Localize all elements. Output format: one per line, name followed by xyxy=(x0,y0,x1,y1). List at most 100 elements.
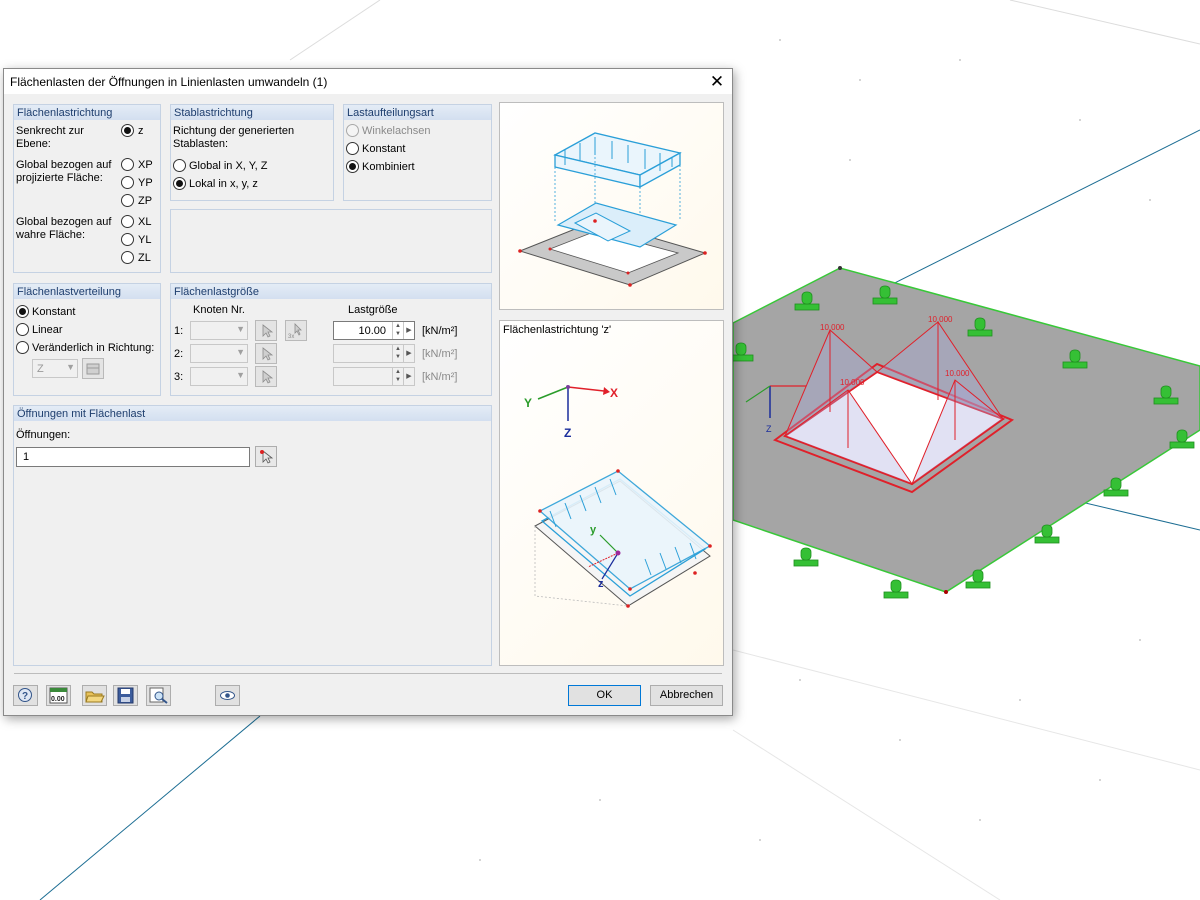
spin-right-icon[interactable]: ▶ xyxy=(403,322,414,339)
radio-xl[interactable] xyxy=(121,215,134,228)
group-header: Flächenlastverteilung xyxy=(14,283,160,299)
row-index: 2: xyxy=(174,348,184,360)
chevron-down-icon: ▼ xyxy=(236,324,245,334)
radio-global-xyz[interactable] xyxy=(173,159,186,172)
pick-node-button-3[interactable] xyxy=(255,366,277,387)
unit-label: [kN/m²] xyxy=(422,348,458,360)
unit-label: [kN/m²] xyxy=(422,371,458,383)
preview-direction: Flächenlastrichtung 'z' X Y Z y z xyxy=(499,320,724,666)
svg-text:Z: Z xyxy=(564,426,571,440)
knoten-select-2[interactable]: ▼ xyxy=(190,344,248,363)
global-wahr-label: Global bezogen auf wahre Fläche: xyxy=(16,216,112,241)
radio-winkelachsen-label: Winkelachsen xyxy=(362,125,431,137)
col-knoten-header: Knoten Nr. xyxy=(193,304,245,316)
pick-pointer-icon xyxy=(262,324,274,338)
load-label: 10.000 xyxy=(840,378,865,387)
radio-winkelachsen[interactable] xyxy=(346,124,359,137)
lastgroesse-value: 10.00 xyxy=(358,325,386,337)
ok-button[interactable]: OK xyxy=(568,685,641,706)
dialog-titlebar: Flächenlasten der Öffnungen in Linienlas… xyxy=(4,69,732,94)
spin-updown-icon[interactable]: ▲ ▼ xyxy=(392,322,403,339)
group-header: Lastaufteilungsart xyxy=(344,104,491,120)
spin-right-icon[interactable]: ▶ xyxy=(403,368,414,385)
convert-loads-dialog: Flächenlasten der Öffnungen in Linienlas… xyxy=(3,68,733,716)
radio-zl[interactable] xyxy=(121,251,134,264)
spin-updown-icon[interactable]: ▲ ▼ xyxy=(392,368,403,385)
view-button[interactable] xyxy=(215,685,240,706)
lastgroesse-input-2[interactable]: ▲ ▼ ▶ xyxy=(333,344,415,363)
preview-load-distribution xyxy=(499,102,724,310)
group-stablastrichtung: Stablastrichtung Richtung der generierte… xyxy=(170,104,334,201)
radio-zl-label: ZL xyxy=(138,252,151,264)
knoten-select-3[interactable]: ▼ xyxy=(190,367,248,386)
direction-select[interactable]: Z ▼ xyxy=(32,359,78,378)
folder-open-icon xyxy=(85,691,105,703)
pick-pointer-icon xyxy=(262,370,274,384)
pick-opening-button[interactable] xyxy=(255,446,277,467)
pick-node-button-2[interactable] xyxy=(255,343,277,364)
group-lastaufteilungsart: Lastaufteilungsart Winkelachsen Konstant… xyxy=(343,104,492,201)
knoten-select-1[interactable]: ▼ xyxy=(190,321,248,340)
radio-konstant-label: Konstant xyxy=(362,143,406,155)
values-button[interactable]: 0.00 xyxy=(46,685,71,706)
senkrecht-label: Senkrecht zur Ebene: xyxy=(16,125,84,150)
group-empty xyxy=(170,209,492,273)
close-icon[interactable]: ✕ xyxy=(702,69,732,94)
lastgroesse-input-3[interactable]: ▲ ▼ ▶ xyxy=(333,367,415,386)
svg-text:Y: Y xyxy=(524,396,532,410)
direction-figure: X Y Z y z xyxy=(524,385,712,608)
radio-lokal-xyz[interactable] xyxy=(173,177,186,190)
radio-zp[interactable] xyxy=(121,194,134,207)
save-button[interactable] xyxy=(113,685,138,706)
radio-yp[interactable] xyxy=(121,176,134,189)
support-icon xyxy=(793,547,819,567)
group-header: Flächenlastrichtung xyxy=(14,104,160,120)
radio-yl[interactable] xyxy=(121,233,134,246)
cancel-button[interactable]: Abbrechen xyxy=(650,685,723,706)
radio-vert-linear-label: Linear xyxy=(32,324,63,336)
radio-kombiniert[interactable] xyxy=(346,160,359,173)
lastgroesse-input-1[interactable]: 10.00 ▲ ▼ ▶ xyxy=(333,321,415,340)
radio-kombiniert-label: Kombiniert xyxy=(362,161,415,173)
load-label: 10.000 xyxy=(945,369,970,378)
radio-vert-veraenderlich-label: Veränderlich in Richtung: xyxy=(32,342,155,354)
group-oeffnungen: Öffnungen mit Flächenlast Öffnungen: 1 xyxy=(13,405,492,666)
radio-vert-linear[interactable] xyxy=(16,323,29,336)
axis-triad-icon: X Y Z xyxy=(524,385,618,440)
radio-vert-veraenderlich[interactable] xyxy=(16,341,29,354)
radio-konstant[interactable] xyxy=(346,142,359,155)
oeffnungen-input[interactable]: 1 xyxy=(16,447,250,467)
axis-z-label: Z xyxy=(766,424,772,434)
pick-three-nodes-icon: 3x xyxy=(288,323,302,340)
radio-zp-label: ZP xyxy=(138,195,153,207)
chevron-down-icon: ▼ xyxy=(236,347,245,357)
dialog-title: Flächenlasten der Öffnungen in Linienlas… xyxy=(10,75,328,89)
load-label: 10.000 xyxy=(928,315,953,324)
preview-zoom-button[interactable] xyxy=(146,685,171,706)
direction-edit-button[interactable] xyxy=(82,358,104,379)
radio-global-label: Global in X, Y, Z xyxy=(189,160,268,172)
group-header: Stablastrichtung xyxy=(171,104,333,120)
pick-node-button-1[interactable] xyxy=(255,320,277,341)
global-proj-label: Global bezogen auf projizierte Fläche: xyxy=(16,159,112,184)
row-index: 1: xyxy=(174,325,184,337)
help-icon: ? xyxy=(18,688,32,702)
group-header: Öffnungen mit Flächenlast xyxy=(14,405,491,421)
svg-text:3x: 3x xyxy=(288,334,294,340)
spin-updown-icon[interactable]: ▲ ▼ xyxy=(392,345,403,362)
spin-right-icon[interactable]: ▶ xyxy=(403,345,414,362)
radio-xp[interactable] xyxy=(121,158,134,171)
open-button[interactable] xyxy=(82,685,107,706)
radio-z[interactable] xyxy=(121,124,134,137)
row-index: 3: xyxy=(174,371,184,383)
group-flaechenlastrichtung: Flächenlastrichtung Senkrecht zur Ebene:… xyxy=(13,104,161,273)
help-button[interactable]: ? xyxy=(13,685,38,706)
oeffnungen-label: Öffnungen: xyxy=(16,429,71,441)
chevron-down-icon: ▼ xyxy=(66,362,75,372)
radio-vert-konstant[interactable] xyxy=(16,305,29,318)
footer-separator xyxy=(14,673,722,674)
pick-three-nodes-button[interactable]: 3x xyxy=(285,320,307,341)
radio-yp-label: YP xyxy=(138,177,153,189)
group-flaechenlastgroesse: Flächenlastgröße Knoten Nr. Lastgröße 1:… xyxy=(170,283,492,396)
radio-vert-konstant-label: Konstant xyxy=(32,306,76,318)
